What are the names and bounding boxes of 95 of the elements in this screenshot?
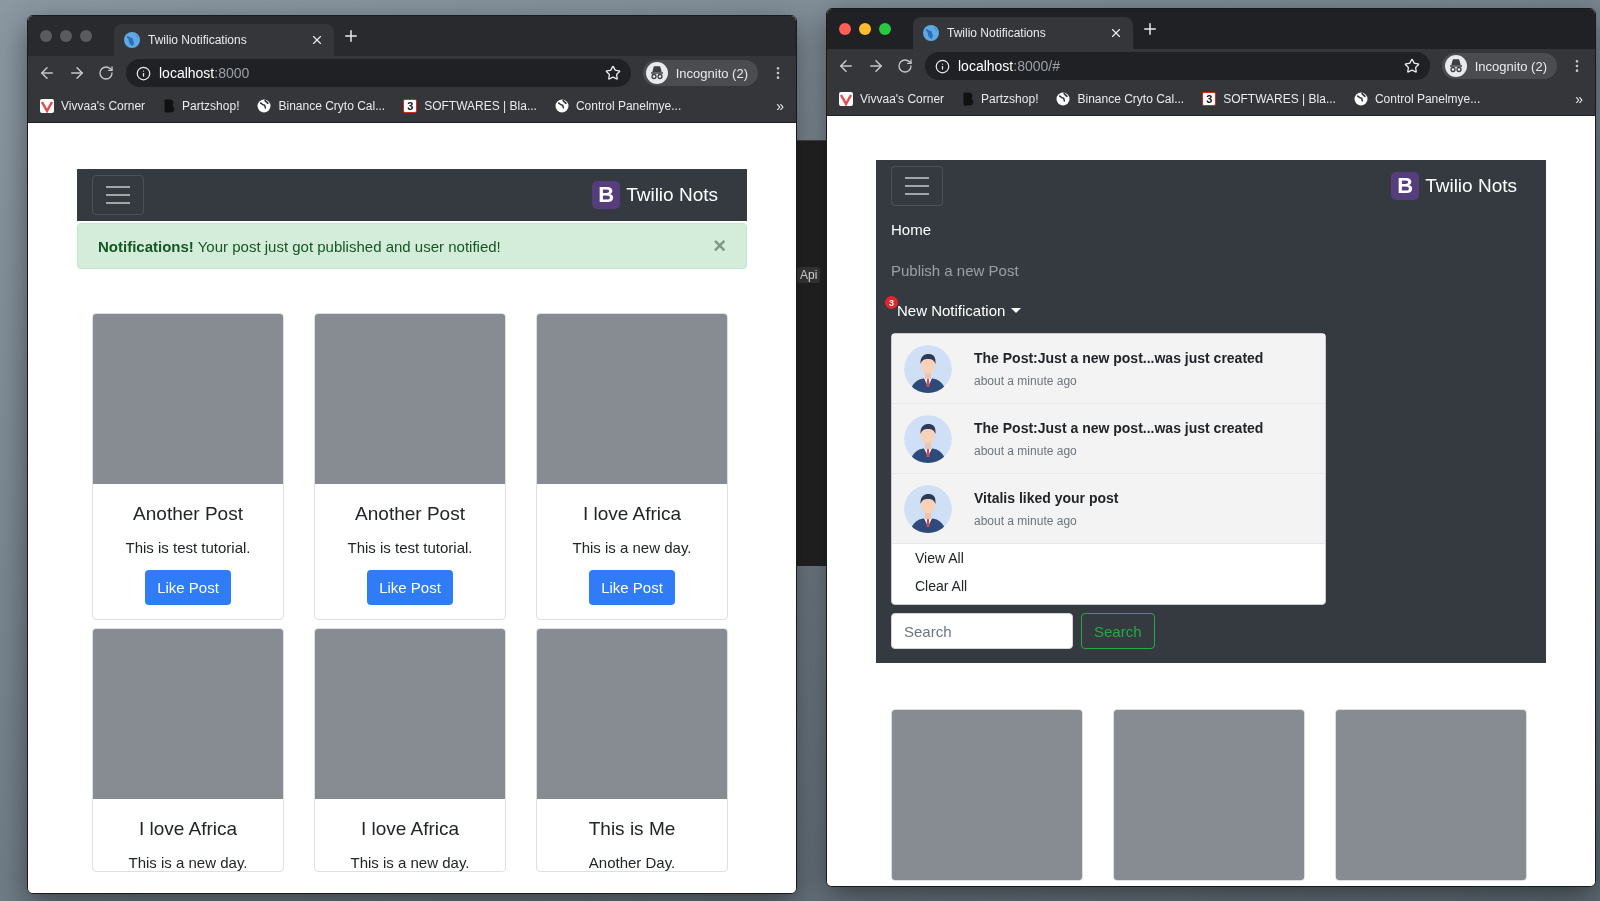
close-icon[interactable]: [310, 33, 324, 47]
card-title: Another Post: [355, 503, 465, 525]
bitcoin-icon: [962, 92, 975, 106]
notification-time: about a minute ago: [974, 513, 1078, 528]
incognito-icon: [645, 62, 668, 84]
info-icon: [935, 58, 950, 74]
menu-icon: [904, 176, 930, 196]
close-icon[interactable]: [1109, 26, 1123, 40]
notification-time: about a minute ago: [974, 373, 1078, 388]
menu-link[interactable]: Clear All: [892, 572, 1325, 600]
browser-tab[interactable]: Twilio Notifications: [913, 17, 1133, 49]
search-button[interactable]: Search: [1081, 613, 1155, 649]
card-text: This is test tutorial.: [125, 539, 251, 556]
avatar-icon: [904, 484, 952, 533]
bookmark-link[interactable]: Binance Cryto Cal...: [1056, 92, 1185, 106]
notification-title: The Post:Just a new post...was just created: [974, 419, 1264, 436]
bookmark-favicon-icon: [40, 99, 54, 113]
bookmark-star-icon[interactable]: [604, 65, 621, 81]
globe-icon: [923, 25, 939, 41]
menu-button[interactable]: [891, 166, 943, 206]
card-title: I love Africa: [138, 818, 238, 840]
card-text: This is a new day.: [128, 854, 248, 871]
profile-button[interactable]: Incognito (2): [1441, 53, 1557, 79]
globe-icon: [554, 99, 569, 113]
bookmark-link[interactable]: Binance Cryto Cal...: [257, 99, 386, 113]
alert-message: Notifications! Your post just got published and user notified!: [98, 237, 501, 255]
search-field[interactable]: Search: [891, 613, 1073, 649]
menu-button[interactable]: [92, 175, 144, 215]
incognito-icon: [1444, 55, 1467, 77]
profile-button[interactable]: Incognito (2): [642, 60, 758, 86]
tab-title: Twilio Notifications: [148, 33, 248, 47]
card-text: This is a new day.: [350, 854, 470, 871]
card-title: This is Me: [588, 818, 676, 840]
address-bar[interactable]: localhost:8000/#: [925, 52, 1430, 80]
brand-logo-icon: B: [1391, 172, 1420, 200]
caret-icon: [1011, 308, 1022, 313]
avatar-icon: [904, 344, 952, 393]
brand-logo-icon: B: [592, 181, 621, 209]
bookmark-link[interactable]: Vivvaa's Corner: [40, 99, 146, 113]
forward-icon[interactable]: [68, 64, 86, 82]
more-bookmarks-button[interactable]: »: [1575, 91, 1583, 107]
back-icon[interactable]: [837, 57, 855, 75]
globe-icon: [1056, 92, 1071, 106]
avatar-icon: [904, 414, 952, 463]
menu-icon: [105, 185, 131, 205]
new-tab-icon[interactable]: [1141, 20, 1159, 38]
globe-icon: [257, 99, 272, 113]
bookmark-link[interactable]: Partzshop!: [962, 92, 1039, 106]
brand-link[interactable]: B Twilio Nots: [592, 181, 718, 209]
bookmark-star-icon[interactable]: [1403, 58, 1420, 74]
bookmark-link[interactable]: 3 SOFTWARES | Bla...: [403, 99, 537, 113]
folder-label: Api: [797, 267, 821, 283]
globe-icon: [124, 32, 140, 48]
notification-item[interactable]: The Post:Just a new post...was just created about a minute ago: [892, 404, 1325, 474]
like-button[interactable]: Like Post: [145, 570, 231, 605]
address-bar[interactable]: localhost:8000: [126, 59, 631, 87]
bookmark-favicon-icon: [839, 92, 853, 106]
reload-icon[interactable]: [897, 58, 913, 74]
notification-item[interactable]: The Post:Just a new post...was just created about a minute ago: [892, 334, 1325, 404]
nav-link[interactable]: Home: [891, 212, 931, 247]
brand-link[interactable]: B Twilio Nots: [1391, 172, 1517, 200]
bookmark-link[interactable]: Control Panelmye...: [1353, 92, 1481, 106]
bookmark-favicon-icon: 3: [403, 99, 418, 113]
menu-link[interactable]: View All: [892, 544, 1325, 572]
reload-icon[interactable]: [98, 65, 114, 81]
like-button[interactable]: Like Post: [367, 570, 453, 605]
bookmark-link[interactable]: Partzshop!: [163, 99, 240, 113]
notification-count-badge: 3: [885, 296, 898, 309]
new-tab-icon[interactable]: [342, 27, 360, 45]
browser-tab[interactable]: Twilio Notifications: [114, 24, 334, 56]
card-title: I love Africa: [582, 503, 682, 525]
card-text: This is a new day.: [572, 539, 692, 556]
notification-time: about a minute ago: [974, 443, 1078, 458]
forward-icon[interactable]: [867, 57, 885, 75]
notification-title: The Post:Just a new post...was just created: [974, 349, 1264, 366]
bookmark-link[interactable]: Control Panelmye...: [554, 99, 682, 113]
bookmark-favicon-icon: 3: [1202, 92, 1217, 106]
card-title: I love Africa: [360, 818, 460, 840]
bookmark-link[interactable]: Vivvaa's Corner: [839, 92, 945, 106]
notification-item[interactable]: Vitalis liked your post about a minute ago: [892, 474, 1325, 544]
card-title: Another Post: [133, 503, 243, 525]
notification-dropdown-toggle[interactable]: New Notification: [897, 302, 1022, 319]
tab-title: Twilio Notifications: [947, 26, 1047, 40]
more-bookmarks-button[interactable]: »: [776, 98, 784, 114]
info-icon: [136, 65, 151, 81]
back-icon[interactable]: [38, 64, 56, 82]
nav-link[interactable]: Publish a new Post: [891, 253, 1019, 288]
globe-icon: [1353, 92, 1368, 106]
notification-title: Vitalis liked your post: [974, 489, 1119, 506]
window-controls[interactable]: [839, 23, 891, 35]
like-button[interactable]: Like Post: [589, 570, 675, 605]
bitcoin-icon: [163, 99, 176, 113]
bookmark-link[interactable]: 3 SOFTWARES | Bla...: [1202, 92, 1336, 106]
card-text: This is test tutorial.: [347, 539, 473, 556]
card-text: Another Day.: [588, 854, 676, 871]
